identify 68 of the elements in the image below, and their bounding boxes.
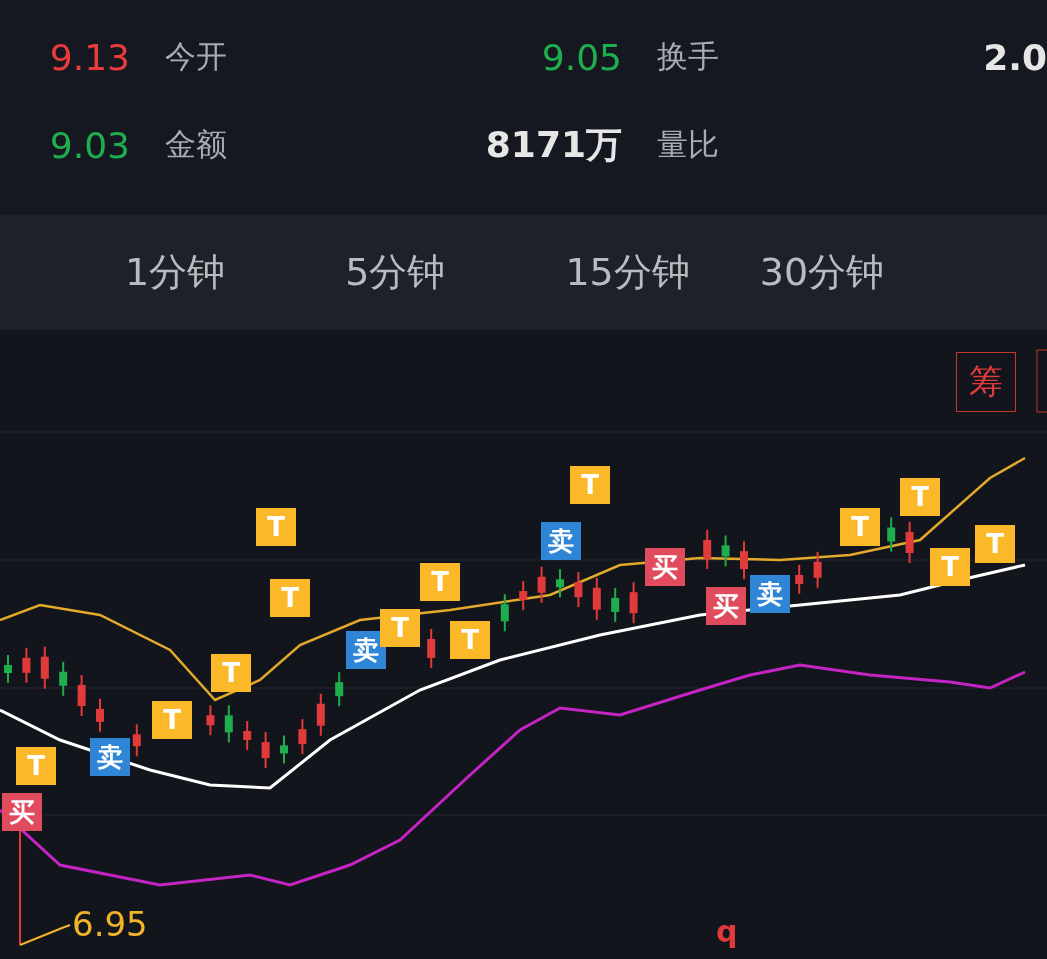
candlestick <box>224 704 233 744</box>
candlestick <box>813 550 822 589</box>
t-marker: T <box>211 654 251 692</box>
cursor-label: q <box>716 914 738 949</box>
sell-marker: 卖 <box>750 575 790 613</box>
t-marker: T <box>930 548 970 586</box>
candlestick <box>243 720 252 751</box>
candlestick <box>316 692 325 737</box>
interval-tab[interactable]: 30分钟 <box>759 247 885 298</box>
interval-tab[interactable]: 15分钟 <box>565 247 690 298</box>
stat-label: 金额 <box>165 125 227 164</box>
t-marker: T <box>450 621 490 659</box>
candlestick <box>795 563 804 595</box>
candlestick <box>132 723 141 758</box>
stat-value: 8171万 <box>485 122 622 167</box>
sell-marker: 卖 <box>90 738 130 776</box>
candlestick <box>4 654 12 684</box>
t-marker: T <box>900 478 940 516</box>
candlestick <box>629 581 638 625</box>
stat-label: 量比 <box>657 125 719 164</box>
stat-value: 2.0 <box>983 36 1047 78</box>
candlestick <box>556 568 564 599</box>
candlestick <box>427 627 436 669</box>
stat-value: 9.03 <box>49 124 130 166</box>
candlestick <box>905 521 914 564</box>
stat-label: 今开 <box>165 37 227 76</box>
candlestick <box>592 576 601 621</box>
candlestick <box>22 646 31 684</box>
t-marker: T <box>975 525 1015 563</box>
candlestick <box>335 671 344 708</box>
candlestick <box>574 571 583 609</box>
t-marker: T <box>152 701 192 739</box>
candlestick <box>40 645 49 690</box>
interval-tab[interactable]: 1分钟 <box>125 247 226 298</box>
interval-tab[interactable]: 5分钟 <box>345 247 446 298</box>
candlestick <box>96 697 104 733</box>
candlestick <box>261 731 270 770</box>
candlestick <box>537 565 546 604</box>
low-price-label: 6.95 <box>72 904 148 944</box>
t-marker: T <box>270 579 310 617</box>
t-marker: T <box>840 508 880 546</box>
candlestick <box>298 718 307 756</box>
candlestick <box>721 534 730 568</box>
sell-marker: 卖 <box>541 522 581 560</box>
sell-marker: 卖 <box>346 631 386 669</box>
stat-value: 9.13 <box>49 36 130 78</box>
chip-button[interactable]: 筹 <box>956 352 1016 412</box>
candlestick <box>740 540 748 581</box>
t-marker: T <box>380 609 420 647</box>
candlestick <box>77 674 86 717</box>
t-marker: T <box>420 563 460 601</box>
candlestick <box>280 734 288 765</box>
candlestick <box>206 704 215 737</box>
candlestick <box>59 660 68 697</box>
t-marker: T <box>16 747 56 785</box>
candlestick <box>519 580 528 612</box>
t-marker: T <box>570 466 610 504</box>
buy-marker: 买 <box>645 548 685 586</box>
stat-value: 9.05 <box>541 36 622 78</box>
candlestick <box>500 593 509 633</box>
candlestick <box>703 528 712 570</box>
candlestick <box>611 586 620 623</box>
t-marker: T <box>256 508 296 546</box>
candlestick <box>887 516 896 553</box>
chip-edge <box>1036 349 1047 413</box>
buy-marker: 买 <box>2 793 42 831</box>
buy-marker: 买 <box>706 587 746 625</box>
stat-label: 换手 <box>657 37 719 76</box>
